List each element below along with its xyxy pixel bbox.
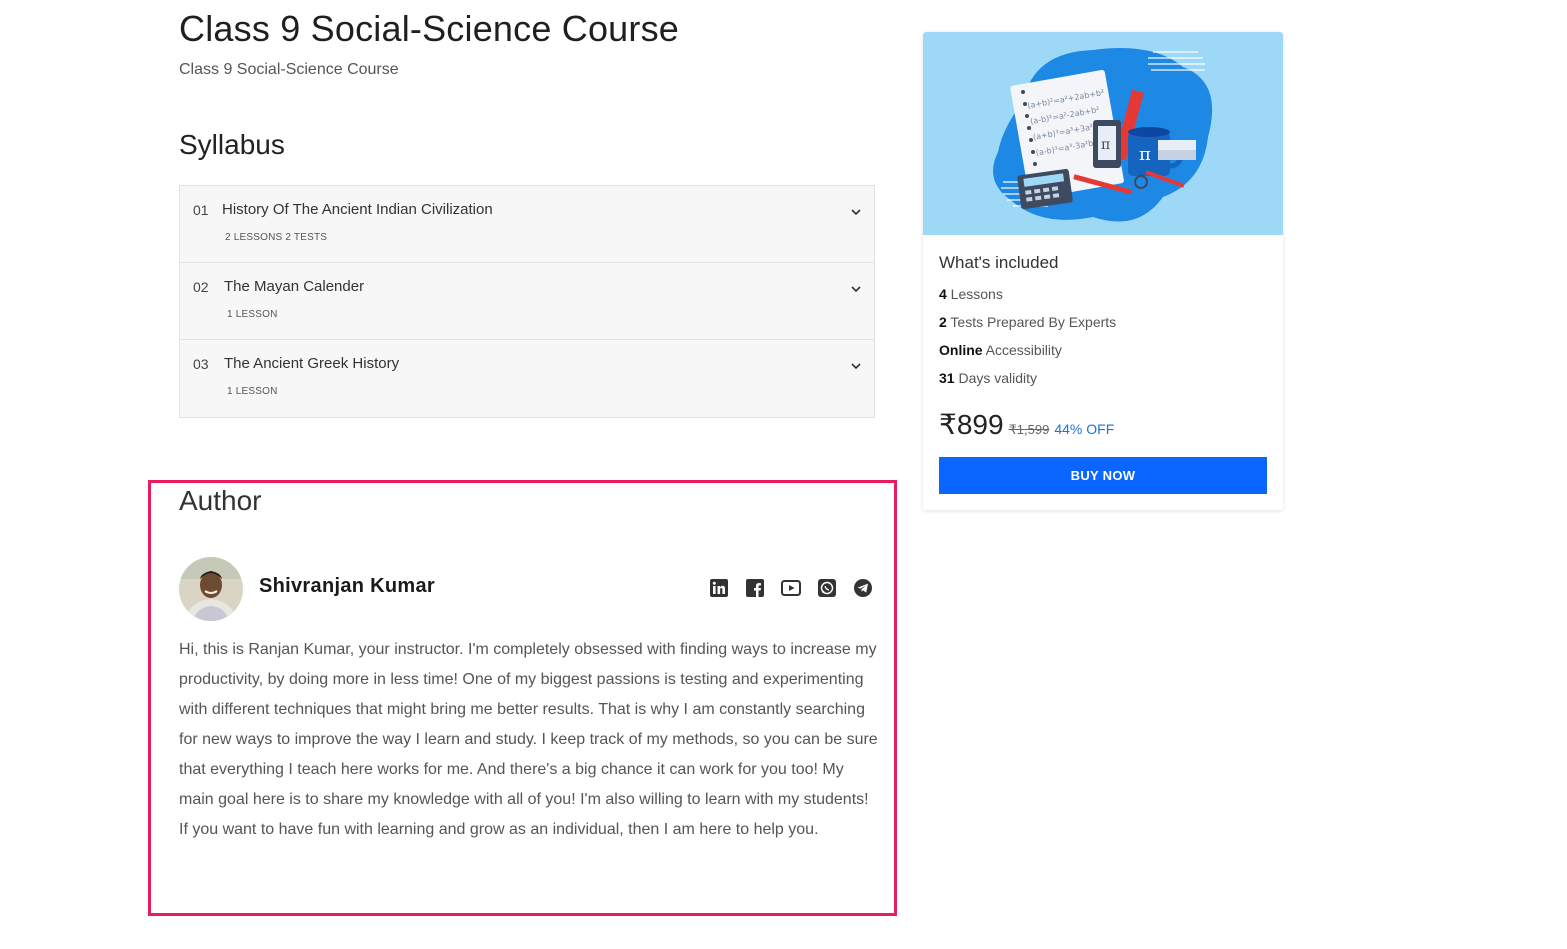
price-row: ₹899 ₹1,599 44% OFF	[939, 408, 1114, 441]
syllabus-item[interactable]: 01 History Of The Ancient Indian Civiliz…	[180, 186, 874, 263]
syllabus-item-meta: 2 LESSONS 2 TESTS	[225, 232, 328, 243]
chevron-down-icon[interactable]	[850, 360, 862, 372]
purchase-card: (a+b)²=a²+2ab+b² (a-b)²=a²-2ab+b² (a+b)³…	[923, 32, 1283, 510]
buy-now-button[interactable]: BUY NOW	[939, 457, 1267, 494]
youtube-icon[interactable]	[781, 578, 801, 598]
svg-text:π: π	[1139, 144, 1151, 165]
chevron-down-icon[interactable]	[850, 206, 862, 218]
syllabus-item-number: 03	[193, 356, 209, 372]
syllabus-item[interactable]: 02 The Mayan Calender 1 LESSON	[180, 263, 874, 340]
included-item: Online Accessibility	[939, 342, 1062, 358]
svg-text:π: π	[1101, 137, 1110, 153]
author-name: Shivranjan Kumar	[259, 575, 435, 597]
linkedin-icon[interactable]	[709, 578, 729, 598]
included-item-label: Days validity	[954, 370, 1038, 386]
syllabus-item[interactable]: 03 The Ancient Greek History 1 LESSON	[180, 340, 874, 417]
course-title: Class 9 Social-Science Course	[179, 8, 680, 49]
syllabus-heading: Syllabus	[179, 129, 285, 160]
author-heading: Author	[179, 485, 262, 516]
included-item: 4 Lessons	[939, 286, 1003, 302]
chevron-down-icon[interactable]	[850, 283, 862, 295]
included-item: 31 Days validity	[939, 370, 1037, 386]
syllabus-item-number: 01	[193, 202, 209, 218]
included-item-label: Tests Prepared By Experts	[946, 314, 1117, 330]
telegram-icon[interactable]	[853, 578, 873, 598]
syllabus-item-title: The Ancient Greek History	[224, 355, 400, 372]
course-subtitle: Class 9 Social-Science Course	[179, 61, 399, 78]
included-item: 2 Tests Prepared By Experts	[939, 314, 1116, 330]
original-price: ₹1,599	[1008, 422, 1050, 437]
included-heading: What's included	[939, 253, 1059, 272]
included-item-value: Online	[939, 342, 983, 358]
included-item-label: Lessons	[946, 286, 1003, 302]
sale-price: ₹899	[939, 409, 1004, 440]
syllabus-item-number: 02	[193, 279, 209, 295]
author-social-links	[709, 578, 873, 598]
course-thumbnail: (a+b)²=a²+2ab+b² (a-b)²=a²-2ab+b² (a+b)³…	[923, 32, 1283, 235]
syllabus-item-title: The Mayan Calender	[224, 278, 365, 295]
whatsapp-icon[interactable]	[817, 578, 837, 598]
discount-badge: 44% OFF	[1054, 421, 1115, 437]
included-item-label: Accessibility	[982, 342, 1062, 358]
facebook-icon[interactable]	[745, 578, 765, 598]
included-item-value: 4	[939, 286, 947, 302]
syllabus-item-meta: 1 LESSON	[227, 309, 278, 320]
syllabus-item-title: History Of The Ancient Indian Civilizati…	[222, 201, 493, 218]
syllabus-item-meta: 1 LESSON	[227, 386, 278, 397]
included-item-value: 2	[939, 314, 947, 330]
author-avatar	[179, 557, 243, 621]
syllabus-accordion: 01 History Of The Ancient Indian Civiliz…	[179, 185, 875, 418]
included-item-value: 31	[939, 370, 955, 386]
author-bio: Hi, this is Ranjan Kumar, your instructo…	[179, 641, 878, 838]
